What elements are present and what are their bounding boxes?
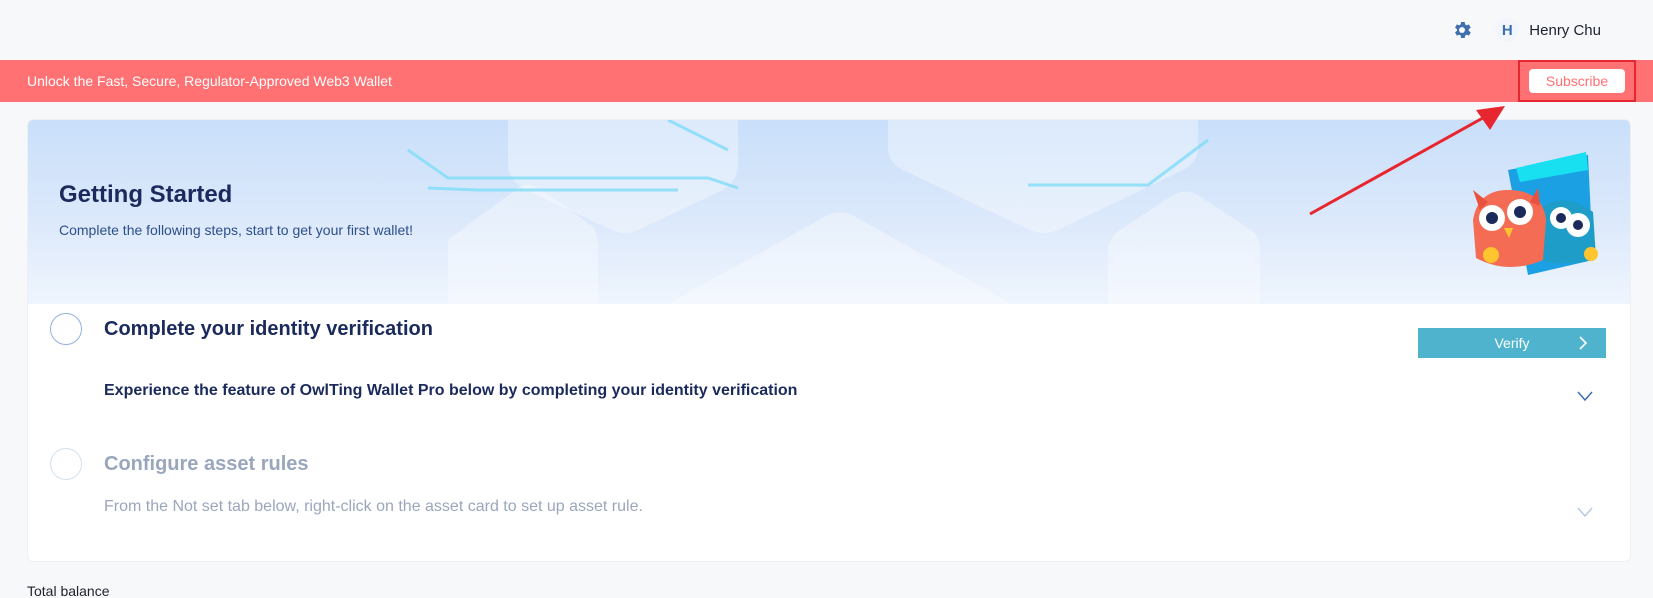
user-name[interactable]: Henry Chu [1529, 22, 1601, 39]
step-1-description: Experience the feature of OwlTing Wallet… [104, 382, 798, 399]
annotation-arrow [1309, 106, 1505, 216]
verify-button-label: Verify [1494, 335, 1530, 351]
step-2-description: From the Not set tab below, right-click … [104, 498, 643, 515]
subscribe-button[interactable]: Subscribe [1529, 69, 1625, 93]
chevron-down-icon[interactable] [1576, 506, 1594, 518]
total-balance-label: Total balance [27, 583, 110, 598]
avatar[interactable]: H [1495, 18, 1520, 42]
top-header: H Henry Chu [0, 0, 1653, 60]
promo-text: Unlock the Fast, Secure, Regulator-Appro… [27, 73, 392, 89]
subscribe-highlight-box: Subscribe [1518, 60, 1636, 102]
step-2-status-circle [50, 448, 82, 480]
page-title: Getting Started [59, 181, 233, 208]
step-2-title: Configure asset rules [104, 453, 309, 475]
verify-button[interactable]: Verify [1418, 328, 1606, 358]
promo-banner: Unlock the Fast, Secure, Regulator-Appro… [0, 60, 1653, 102]
step-1-title: Complete your identity verification [104, 318, 433, 340]
step-1-status-circle [50, 313, 82, 345]
page-subtitle: Complete the following steps, start to g… [59, 222, 414, 238]
chevron-right-icon [1579, 336, 1588, 350]
gear-icon[interactable] [1451, 19, 1473, 41]
chevron-down-icon[interactable] [1576, 390, 1594, 402]
